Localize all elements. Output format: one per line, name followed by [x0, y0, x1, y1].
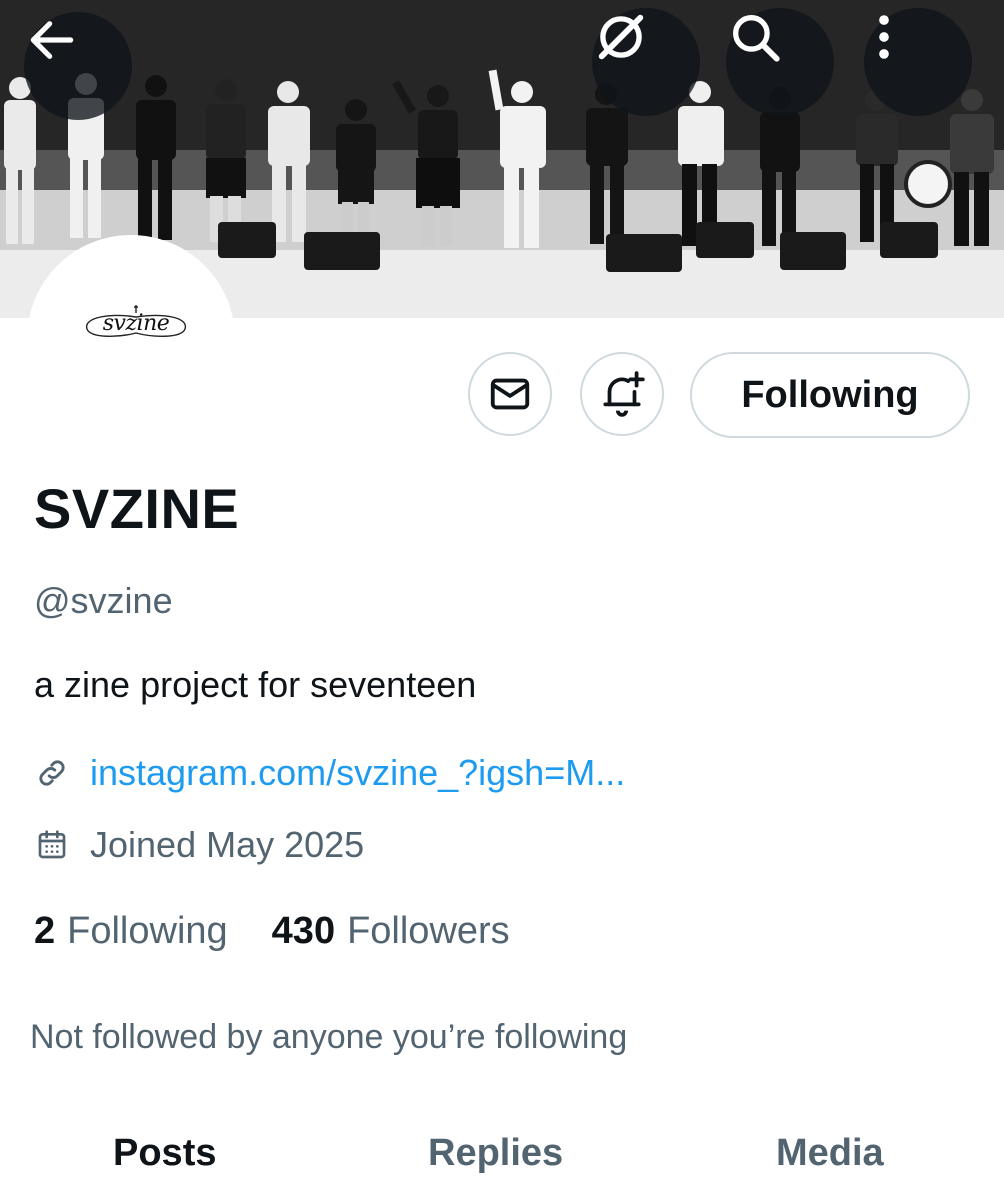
- grok-icon: [598, 14, 644, 60]
- profile-link-row: instagram.com/svzine_?igsh=M...: [34, 752, 625, 794]
- profile-joined-row: Joined May 2025: [34, 824, 364, 866]
- followers-label: Followers: [347, 910, 510, 952]
- joined-date: Joined May 2025: [90, 824, 365, 865]
- following-button[interactable]: Following: [690, 352, 970, 438]
- profile-bio: a zine project for seventeen: [34, 664, 477, 705]
- profile-avatar[interactable]: svzine: [27, 235, 235, 443]
- link-icon: [34, 755, 70, 791]
- svzine-logo: svzine: [81, 303, 191, 345]
- profile-name: SVZINE: [34, 477, 240, 540]
- logo-text: svzine: [102, 311, 170, 336]
- arrow-left-icon: [30, 21, 74, 59]
- following-stat[interactable]: 2 Following: [34, 910, 228, 953]
- more-vertical-icon: [879, 15, 889, 59]
- tab-media[interactable]: Media: [776, 1132, 884, 1175]
- search-button[interactable]: [726, 8, 834, 116]
- mutuals-note: Not followed by anyone you’re following: [30, 1018, 628, 1056]
- followers-stat[interactable]: 430 Followers: [272, 910, 510, 953]
- notifications-button[interactable]: [580, 352, 664, 436]
- tab-replies[interactable]: Replies: [428, 1132, 563, 1175]
- following-count: 2: [34, 910, 56, 952]
- grok-button[interactable]: [592, 8, 700, 116]
- profile-handle: @svzine: [34, 580, 173, 621]
- following-label: Following: [67, 910, 228, 952]
- follow-stats: 2 Following 430 Followers: [34, 910, 554, 953]
- bell-plus-icon: [603, 371, 645, 417]
- more-button[interactable]: [864, 8, 972, 116]
- profile-website-link[interactable]: instagram.com/svzine_?igsh=M...: [90, 752, 625, 794]
- envelope-icon: [490, 378, 530, 410]
- search-icon: [733, 15, 780, 62]
- profile-tabs: Posts Replies Media: [0, 1110, 1004, 1200]
- followers-count: 430: [271, 910, 336, 952]
- back-button[interactable]: [24, 12, 132, 120]
- message-button[interactable]: [468, 352, 552, 436]
- tab-posts[interactable]: Posts: [113, 1132, 216, 1175]
- calendar-icon: [34, 827, 70, 863]
